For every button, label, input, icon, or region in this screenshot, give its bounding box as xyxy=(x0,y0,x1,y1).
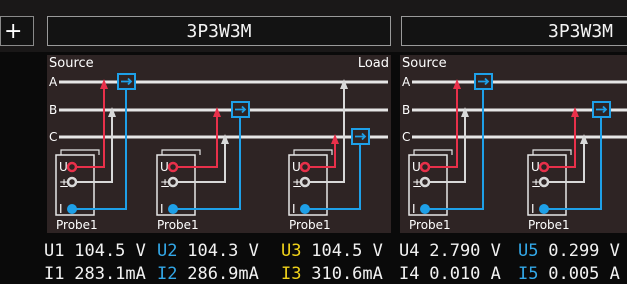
i4-value: 0.010 A xyxy=(419,264,501,284)
measurement-readings: U1 104.5 V U2 104.3 V U3 104.5 V U4 2.79… xyxy=(0,236,627,284)
i3-label: I3 xyxy=(281,264,302,284)
voltage-low-terminal xyxy=(167,176,179,188)
terminal-i: I xyxy=(59,202,63,216)
u5-label: U5 xyxy=(518,241,539,261)
source-label: Source xyxy=(49,56,94,71)
current-terminal xyxy=(420,204,430,214)
wiring-diagram-left-svg: Source Load A B C U ± I Probe1 U ± I Pro… xyxy=(49,56,389,232)
line-label-a: A xyxy=(49,75,58,89)
voltage-low-terminal xyxy=(66,176,78,188)
probe-group-3: U ± I Probe1 xyxy=(288,79,370,232)
current-terminal xyxy=(67,204,77,214)
i5-value: 0.005 A xyxy=(538,264,620,284)
u1-label: U1 xyxy=(44,241,65,261)
wiring-diagram-right-svg: Source A B C U ± I Probe1 U ± I Probe1 xyxy=(402,56,627,232)
i2-label: I2 xyxy=(157,264,178,284)
line-label-a: A xyxy=(402,75,411,89)
probe-group-2: U ± I Probe1 xyxy=(156,101,250,232)
voltage-low-terminal xyxy=(538,176,550,188)
i5-label: I5 xyxy=(518,264,539,284)
u2-value: 104.3 V xyxy=(177,241,259,261)
i2-value: 286.9mA xyxy=(177,264,259,284)
terminal-i: I xyxy=(160,202,164,216)
wiring-title-right[interactable]: 3P3W3M xyxy=(401,16,627,46)
current-terminal xyxy=(300,204,310,214)
u4-label: U4 xyxy=(399,241,420,261)
i1-label: I1 xyxy=(44,264,65,284)
voltage-high-terminal xyxy=(419,161,431,173)
probe-label-5: Probe1 xyxy=(528,218,570,232)
probe-group-5: U ± I Probe1 xyxy=(527,101,611,232)
u5-value: 0.299 V xyxy=(538,241,620,261)
load-label: Load xyxy=(358,56,389,71)
line-label-b: B xyxy=(402,103,410,117)
i1-value: 283.1mA xyxy=(64,264,146,284)
voltage-low-terminal xyxy=(419,176,431,188)
terminal-u: U xyxy=(292,160,301,174)
u3-label: U3 xyxy=(281,241,302,261)
voltage-low-terminal xyxy=(299,176,311,188)
i4-label: I4 xyxy=(399,264,420,284)
voltage-high-terminal xyxy=(66,161,78,173)
voltage-high-terminal xyxy=(299,161,311,173)
line-label-c: C xyxy=(402,130,410,144)
probe-label-4: Probe1 xyxy=(409,218,451,232)
add-button[interactable]: + xyxy=(0,16,34,46)
voltage-high-terminal xyxy=(538,161,550,173)
terminal-u: U xyxy=(59,160,68,174)
probe-label-3: Probe1 xyxy=(289,218,331,232)
probe-label-1: Probe1 xyxy=(56,218,98,232)
source-label: Source xyxy=(402,56,447,71)
terminal-i: I xyxy=(531,202,535,216)
terminal-i: I xyxy=(292,202,296,216)
wiring-title-right-text: 3P3W3M xyxy=(548,20,614,42)
line-label-b: B xyxy=(49,103,57,117)
terminal-i: I xyxy=(412,202,416,216)
current-terminal xyxy=(539,204,549,214)
wiring-diagram-left: Source Load A B C U ± I Probe1 U ± I Pro… xyxy=(47,55,391,233)
u3-value: 104.5 V xyxy=(301,241,383,261)
u4-value: 2.790 V xyxy=(419,241,501,261)
probe-label-2: Probe1 xyxy=(157,218,199,232)
wiring-diagram-right: Source A B C U ± I Probe1 U ± I Probe1 xyxy=(400,55,627,233)
voltage-high-terminal xyxy=(167,161,179,173)
u2-label: U2 xyxy=(157,241,178,261)
terminal-u: U xyxy=(531,160,540,174)
line-label-c: C xyxy=(49,130,57,144)
i3-value: 310.6mA xyxy=(301,264,383,284)
wiring-title-left-text: 3P3W3M xyxy=(186,20,252,42)
current-terminal xyxy=(168,204,178,214)
wiring-title-left[interactable]: 3P3W3M xyxy=(47,16,391,46)
probe-group-1: U ± I Probe1 xyxy=(55,73,136,232)
terminal-u: U xyxy=(412,160,421,174)
terminal-u: U xyxy=(160,160,169,174)
probe-group-4: U ± I Probe1 xyxy=(408,73,493,232)
u1-value: 104.5 V xyxy=(64,241,146,261)
plus-icon: + xyxy=(4,18,23,44)
